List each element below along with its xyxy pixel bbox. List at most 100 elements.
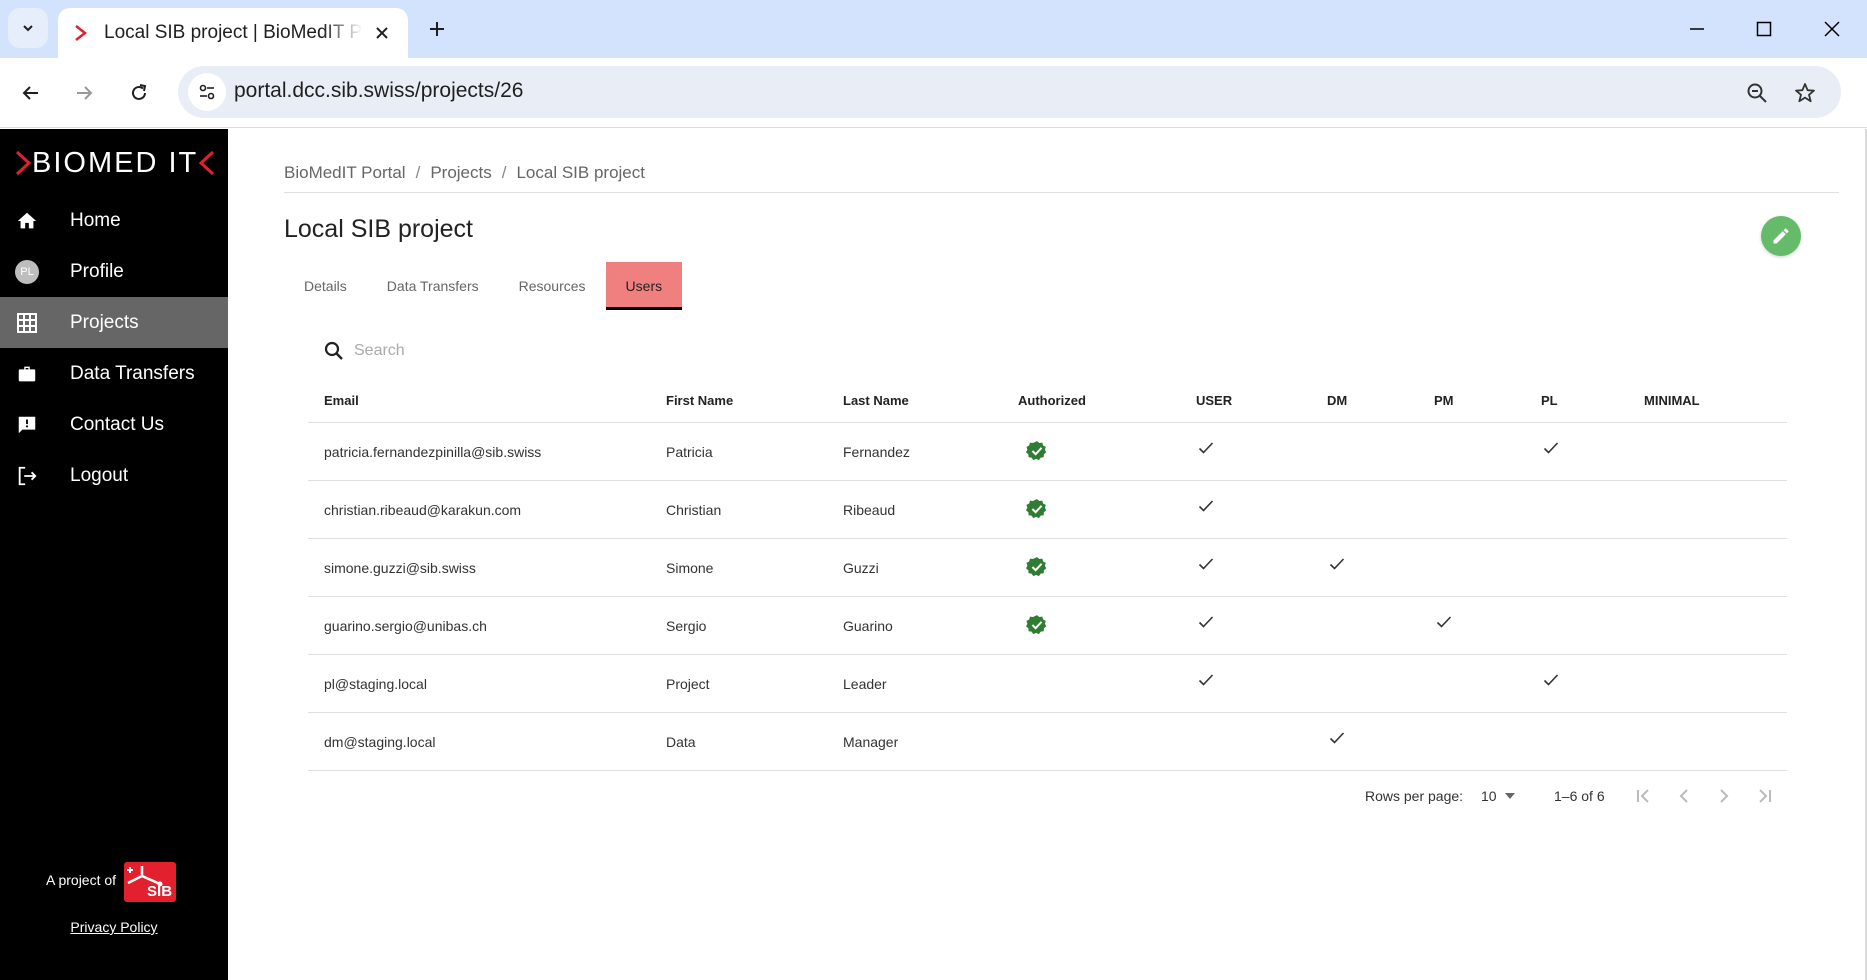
browser-tab[interactable]: Local SIB project | BioMedIT Portal: [58, 8, 408, 58]
project-of: A project of SIB: [46, 862, 177, 902]
close-window-button[interactable]: [1810, 12, 1854, 46]
prev-page-button[interactable]: [1672, 784, 1696, 808]
cell-email: christian.ribeaud@karakun.com: [324, 502, 522, 518]
briefcase-icon: [14, 361, 40, 387]
avatar: PL: [14, 259, 40, 285]
first-page-icon: [1637, 789, 1649, 803]
edit-project-button[interactable]: [1761, 216, 1801, 256]
forward-button[interactable]: [66, 75, 102, 111]
role-check-icon-pm: [1436, 615, 1452, 634]
bookmark-button[interactable]: [1790, 78, 1820, 108]
tab-users[interactable]: Users: [605, 262, 683, 310]
search-bar: [324, 336, 654, 366]
role-check-icon-user: [1198, 499, 1214, 518]
biomedit-logo[interactable]: BIOMED IT: [14, 143, 216, 183]
rows-per-page-select[interactable]: 10: [1481, 788, 1515, 804]
next-page-button[interactable]: [1712, 784, 1736, 808]
table-row[interactable]: guarino.sergio@unibas.ch Sergio Guarino: [308, 597, 1787, 655]
table-row[interactable]: dm@staging.local Data Manager: [308, 713, 1787, 771]
cell-email: dm@staging.local: [324, 734, 436, 750]
address-bar[interactable]: portal.dcc.sib.swiss/projects/26: [178, 66, 1841, 118]
cell-last-name: Manager: [843, 734, 899, 750]
role-check-icon-dm: [1329, 731, 1345, 750]
sidebar-item-data-transfers[interactable]: Data Transfers: [0, 348, 228, 399]
privacy-policy-link[interactable]: Privacy Policy: [0, 919, 228, 935]
column-header-email[interactable]: Email: [324, 393, 359, 408]
tab-data-transfers[interactable]: Data Transfers: [367, 262, 499, 310]
breadcrumb-separator: /: [501, 163, 507, 182]
logout-icon: [14, 463, 40, 489]
sidebar: BIOMED IT Home PL Profile Projects Data …: [0, 129, 228, 980]
close-icon: [376, 27, 388, 39]
column-header-minimal[interactable]: MINIMAL: [1644, 393, 1700, 408]
role-check-icon-dm: [1329, 557, 1345, 576]
page-title: Local SIB project: [284, 215, 473, 243]
sidebar-item-label: Home: [70, 209, 121, 231]
last-page-icon: [1759, 789, 1771, 803]
new-tab-button[interactable]: [422, 14, 452, 44]
tab-details[interactable]: Details: [284, 262, 367, 310]
url-text[interactable]: portal.dcc.sib.swiss/projects/26: [234, 79, 523, 103]
next-page-icon: [1720, 789, 1729, 803]
cell-email: guarino.sergio@unibas.ch: [324, 618, 487, 634]
sidebar-item-logout[interactable]: Logout: [0, 450, 228, 501]
rows-per-page-label: Rows per page:: [1365, 788, 1464, 804]
table-row[interactable]: pl@staging.local Project Leader: [308, 655, 1787, 713]
role-check-icon-pl: [1543, 441, 1559, 460]
plus-icon: [430, 22, 444, 36]
tab-resources[interactable]: Resources: [499, 262, 606, 310]
sidebar-item-home[interactable]: Home: [0, 195, 228, 246]
role-check-icon-user: [1198, 441, 1214, 460]
grid-icon: [14, 310, 40, 336]
column-header-authorized[interactable]: Authorized: [1018, 393, 1086, 408]
pagination: Rows per page: 10 1–6 of 6: [228, 780, 1867, 810]
sidebar-item-contact-us[interactable]: Contact Us: [0, 399, 228, 450]
minimize-icon: [1690, 28, 1704, 30]
logo-chevron-right-icon: [15, 150, 32, 176]
chevron-down-icon: [23, 25, 33, 32]
sidebar-item-label: Logout: [70, 464, 129, 486]
page-range: 1–6 of 6: [1554, 788, 1605, 804]
last-page-button[interactable]: [1752, 784, 1776, 808]
role-check-icon-user: [1198, 557, 1214, 576]
column-header-pm[interactable]: PM: [1434, 393, 1454, 408]
sib-logo[interactable]: SIB: [124, 862, 177, 902]
first-page-button[interactable]: [1632, 784, 1656, 808]
feedback-icon: [14, 412, 40, 438]
authorized-verified-icon: [1026, 614, 1048, 641]
search-icon: [324, 341, 343, 360]
tab-search-button[interactable]: [8, 8, 48, 48]
cell-first-name: Data: [666, 734, 696, 750]
authorized-verified-icon: [1026, 498, 1048, 525]
close-tab-button[interactable]: [370, 21, 394, 45]
site-info-button[interactable]: [188, 73, 226, 111]
table-row[interactable]: patricia.fernandezpinilla@sib.swiss Patri…: [308, 423, 1787, 481]
column-header-dm[interactable]: DM: [1327, 393, 1347, 408]
prev-page-icon: [1679, 789, 1688, 803]
breadcrumb-item-portal[interactable]: BioMedIT Portal: [284, 163, 406, 183]
column-header-user[interactable]: USER: [1196, 393, 1232, 408]
column-header-last-name[interactable]: Last Name: [843, 393, 909, 408]
logo-chevron-left-icon: [199, 150, 215, 176]
minimize-button[interactable]: [1675, 12, 1719, 46]
sidebar-item-profile[interactable]: PL Profile: [0, 246, 228, 297]
sidebar-item-projects[interactable]: Projects: [0, 297, 228, 348]
maximize-button[interactable]: [1742, 12, 1786, 46]
avatar-initials: PL: [15, 259, 39, 284]
column-header-pl[interactable]: PL: [1541, 393, 1558, 408]
table-row[interactable]: christian.ribeaud@karakun.com Christian Ri…: [308, 481, 1787, 539]
breadcrumb-item-projects[interactable]: Projects: [430, 163, 491, 183]
sidebar-item-label: Contact Us: [70, 413, 164, 435]
column-header-first-name[interactable]: First Name: [666, 393, 733, 408]
search-input[interactable]: [354, 342, 654, 360]
cell-first-name: Patricia: [666, 444, 713, 460]
cell-first-name: Christian: [666, 502, 722, 518]
sidebar-item-label: Projects: [70, 311, 139, 333]
table-row[interactable]: simone.guzzi@sib.swiss Simone Guzzi: [308, 539, 1787, 597]
back-button[interactable]: [13, 75, 49, 111]
reload-button[interactable]: [121, 75, 157, 111]
tune-icon: [199, 84, 215, 100]
zoom-button[interactable]: [1742, 78, 1772, 108]
star-icon: [1795, 83, 1815, 103]
cell-email: patricia.fernandezpinilla@sib.swiss: [324, 444, 542, 460]
